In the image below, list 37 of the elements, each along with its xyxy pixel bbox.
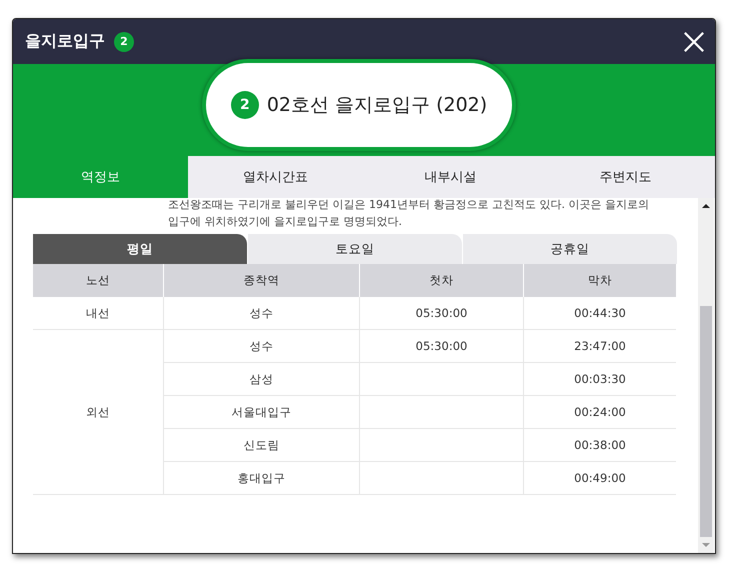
scrollbar[interactable] <box>698 198 714 553</box>
column-header: 막차 <box>524 264 676 297</box>
close-icon[interactable] <box>683 30 705 52</box>
description-text: 조선왕조때는 구리개로 불리우던 이길은 1941년부터 황금정으로 고친적도 있다. 이곳은 을지로의 <box>168 198 649 213</box>
column-header: 노선 <box>33 264 164 297</box>
tab[interactable]: 내부시설 <box>363 156 538 198</box>
table-cell: 삼성 <box>164 362 360 396</box>
table-cell: 외선 <box>33 330 164 494</box>
table-cell: 00:49:00 <box>524 462 676 494</box>
table-cell: 00:03:30 <box>524 362 676 396</box>
table-cell: 홍대입구 <box>164 462 360 494</box>
table-cell: 성수 <box>164 297 360 330</box>
line-badge: 2 <box>230 91 259 119</box>
column-header: 첫차 <box>360 264 524 297</box>
day-tab[interactable]: 평일 <box>33 234 247 264</box>
scrollbar-thumb[interactable] <box>700 306 712 537</box>
table-cell: 00:38:00 <box>524 428 676 462</box>
table-cell: 신도림 <box>164 428 360 462</box>
day-tab[interactable]: 토요일 <box>248 234 462 264</box>
table-cell: 00:24:00 <box>524 396 676 428</box>
scroll-up-icon[interactable] <box>701 201 711 211</box>
scroll-down-icon[interactable] <box>701 540 711 550</box>
table-cell: 00:44:30 <box>524 297 676 330</box>
table-cell: 05:30:00 <box>360 297 524 330</box>
column-header: 종착역 <box>164 264 360 297</box>
day-tab[interactable]: 공휴일 <box>463 234 677 264</box>
table-cell: 내선 <box>33 297 164 330</box>
tab[interactable]: 주변지도 <box>538 156 713 198</box>
table-cell: 05:30:00 <box>360 330 524 362</box>
station-name: 02호선 을지로입구 (202) <box>266 93 488 118</box>
window-title: 을지로입구 <box>25 31 105 52</box>
table-cell: 성수 <box>164 330 360 362</box>
description-text: 입구에 위치하였기에 을지로입구로 명명되었다. <box>168 214 402 230</box>
table-cell: 23:47:00 <box>524 330 676 362</box>
table-cell: 서울대입구 <box>164 396 360 428</box>
tab[interactable]: 열차시간표 <box>188 156 363 198</box>
line-badge: 2 <box>114 32 134 52</box>
